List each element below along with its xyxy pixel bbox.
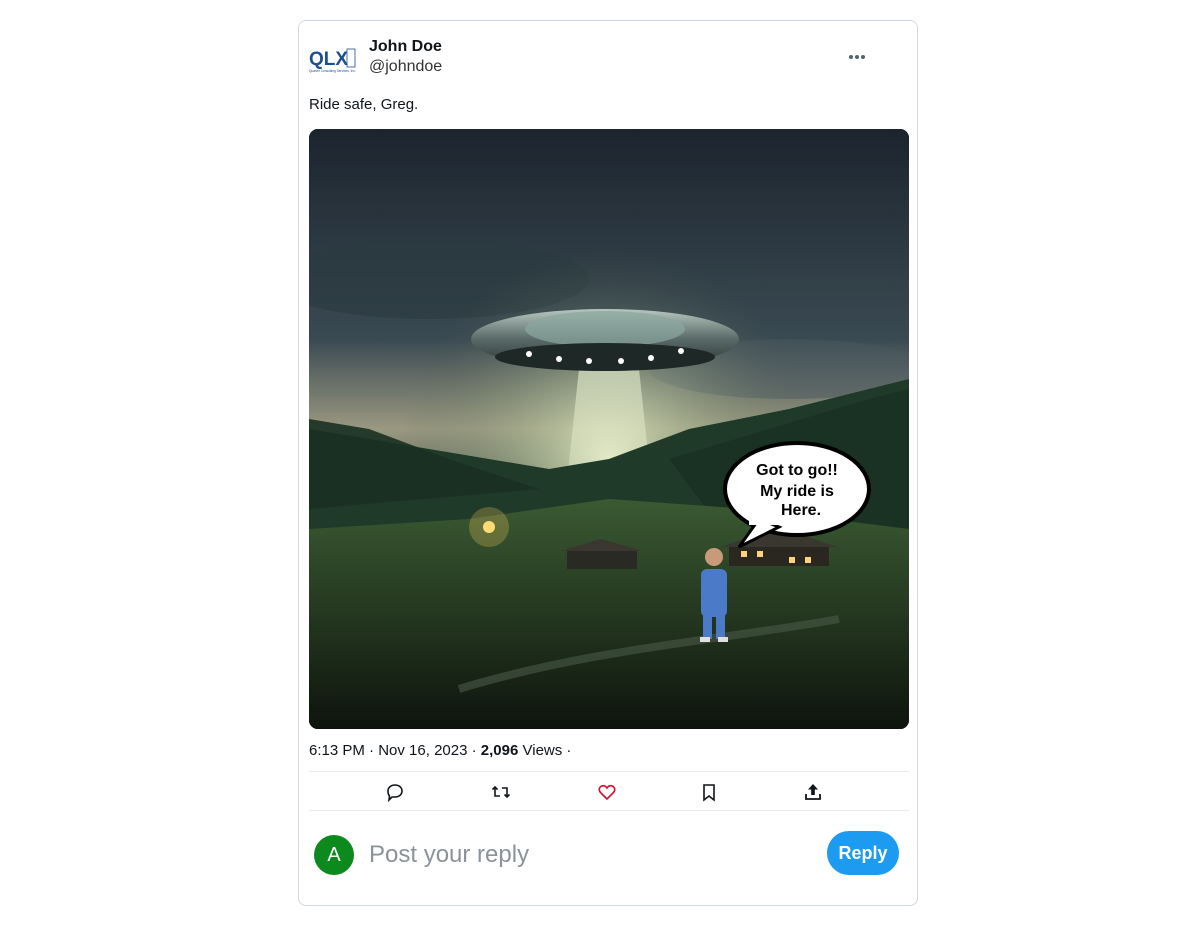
meta-separator: · (364, 742, 379, 759)
qlx-logo-icon: QLX Quarter Consulting Services, Inc. (309, 48, 356, 73)
reply-input[interactable] (369, 837, 769, 873)
author-names: John Doe @johndoe (369, 37, 442, 77)
tweet-text: Ride safe, Greg. (309, 96, 419, 113)
meta-separator: · (467, 742, 481, 759)
reply-icon (387, 784, 403, 803)
author-handle[interactable]: @johndoe (369, 57, 442, 77)
tweet-card: QLX Quarter Consulting Services, Inc. Jo… (298, 20, 918, 906)
speech-bubble-line-2: My ride is (760, 483, 834, 500)
retweet-icon (491, 785, 511, 799)
speech-bubble-line-1: Got to go!! (756, 462, 838, 479)
bookmark-icon (703, 784, 715, 802)
svg-text:Quarter Consulting Services, I: Quarter Consulting Services, Inc. (309, 69, 356, 73)
author-display-name[interactable]: John Doe (369, 37, 442, 57)
divider (309, 771, 909, 772)
reply-composer: A Reply (309, 821, 909, 891)
speech-bubble-line-3: Here. (781, 502, 821, 519)
more-horizontal-icon (849, 55, 865, 59)
divider (309, 810, 909, 811)
action-bar (309, 773, 909, 811)
tweet-image[interactable]: Got to go!! My ride is Here. (309, 129, 909, 729)
reply-submit-button[interactable]: Reply (827, 831, 899, 875)
ufo-scene-image: Got to go!! My ride is Here. (309, 129, 909, 729)
retweet-button[interactable] (491, 782, 511, 802)
reply-button[interactable] (385, 782, 405, 803)
avatar[interactable]: A (314, 835, 354, 875)
like-button[interactable] (597, 782, 617, 802)
share-icon (805, 784, 821, 800)
views-count: 2,096 (480, 742, 519, 759)
author-logo[interactable]: QLX Quarter Consulting Services, Inc. (309, 43, 357, 75)
svg-text:QLX: QLX (309, 49, 348, 70)
bookmark-button[interactable] (699, 782, 719, 802)
meta-separator: · (562, 742, 572, 759)
views-label: Views (518, 742, 563, 759)
like-icon (598, 784, 616, 801)
tweet-time[interactable]: 6:13 PM (309, 742, 365, 759)
more-options-button[interactable] (845, 47, 869, 67)
tweet-date[interactable]: Nov 16, 2023 (378, 742, 467, 759)
share-button[interactable] (803, 782, 823, 802)
tweet-header: QLX Quarter Consulting Services, Inc. Jo… (309, 37, 907, 81)
tweet-meta: 6:13 PM · Nov 16, 2023 · 2,096 Views · (309, 741, 571, 761)
